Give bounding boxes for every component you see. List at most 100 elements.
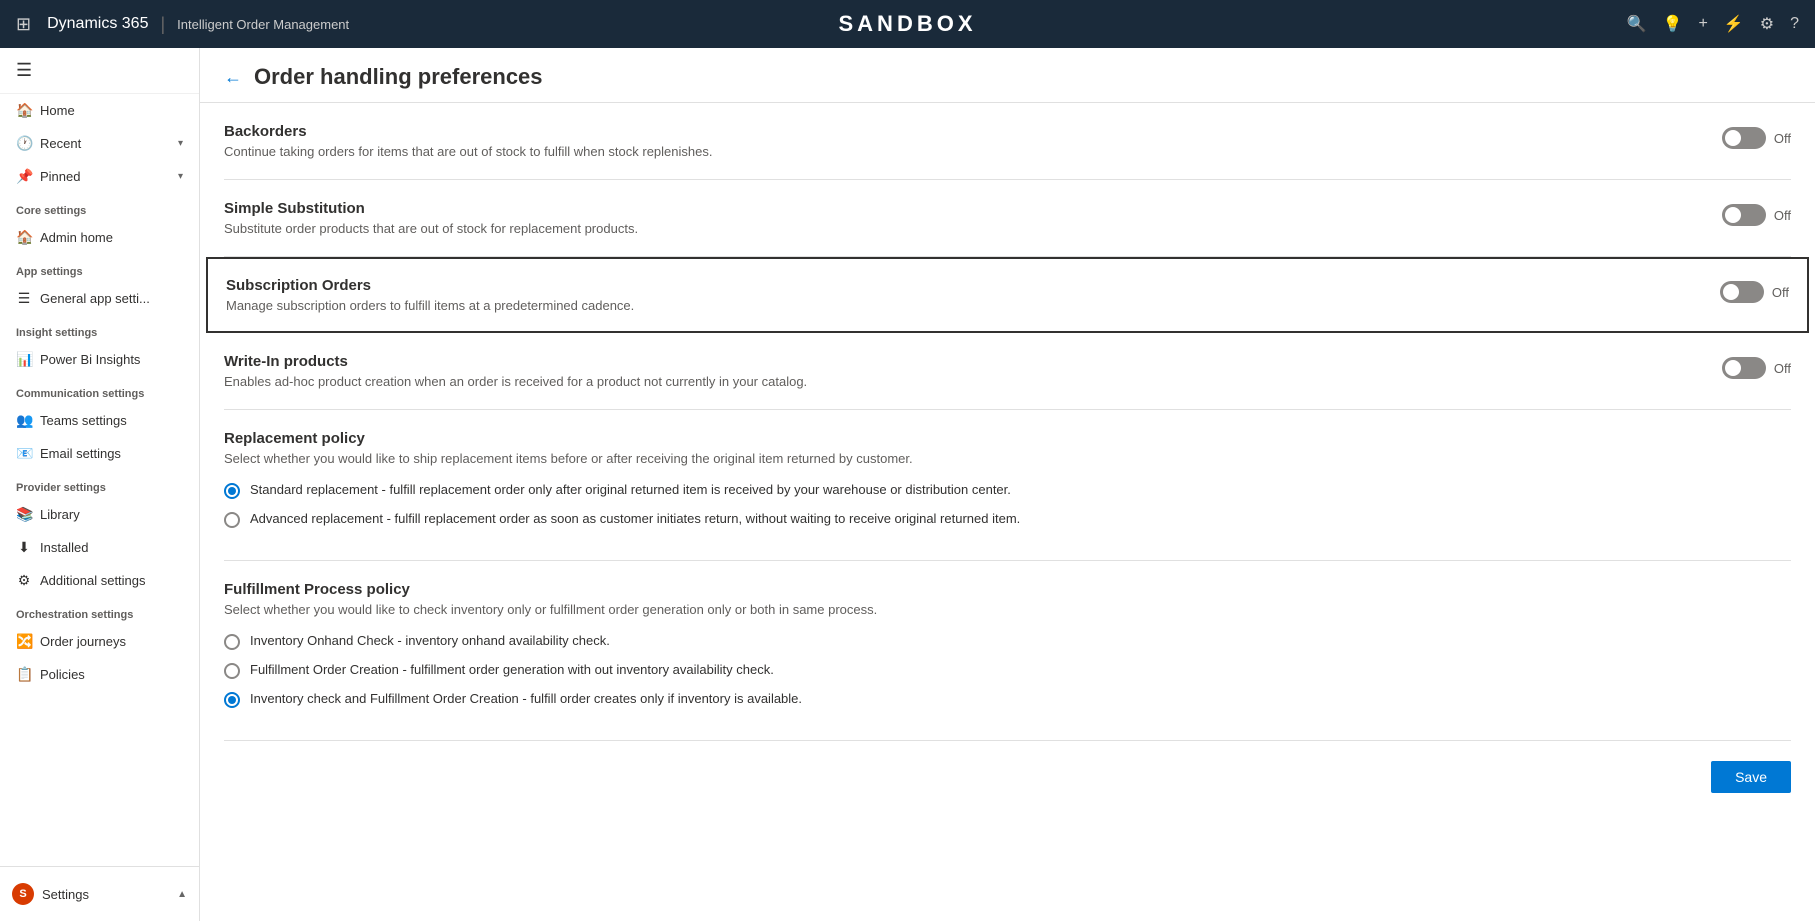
radio-button-standard[interactable]: [224, 483, 240, 499]
toggle-label-substitution: Off: [1774, 208, 1791, 223]
teams-icon: 👥: [16, 412, 32, 429]
admin-home-icon: 🏠: [16, 229, 32, 246]
user-avatar: S: [12, 883, 34, 905]
setting-name-backorders: Backorders: [224, 123, 1682, 140]
page-title: Order handling preferences: [254, 64, 543, 90]
sidebar-item-admin-home-label: Admin home: [40, 230, 113, 245]
replacement-policy-radio-group: Standard replacement - fulfill replaceme…: [224, 482, 1791, 528]
save-bar: Save: [224, 741, 1791, 793]
setting-info-subscription: Subscription Orders Manage subscription …: [226, 277, 1680, 313]
radio-label-fulfillment-order: Fulfillment Order Creation - fulfillment…: [250, 662, 774, 677]
email-icon: 📧: [16, 445, 32, 462]
toggle-track: [1722, 204, 1766, 226]
sidebar-item-installed[interactable]: ⬇ Installed: [0, 531, 199, 564]
brand-name[interactable]: Dynamics 365: [47, 15, 148, 33]
sidebar-item-power-bi-label: Power Bi Insights: [40, 352, 140, 367]
radio-label-advanced: Advanced replacement - fulfill replaceme…: [250, 511, 1020, 526]
module-name: Intelligent Order Management: [177, 17, 349, 32]
setting-desc-subscription: Manage subscription orders to fulfill it…: [226, 298, 1680, 313]
save-button[interactable]: Save: [1711, 761, 1791, 793]
setting-info-backorders: Backorders Continue taking orders for it…: [224, 123, 1682, 159]
page-header: ← Order handling preferences: [200, 48, 1815, 103]
toggle-container-backorders: Off: [1722, 127, 1791, 149]
help-icon[interactable]: ?: [1790, 15, 1799, 33]
toggle-label-write-in: Off: [1774, 361, 1791, 376]
content-area: Backorders Continue taking orders for it…: [200, 103, 1815, 921]
radio-label-inventory-and-fulfillment: Inventory check and Fulfillment Order Cr…: [250, 691, 802, 706]
toggle-write-in[interactable]: [1722, 357, 1766, 379]
toggle-container-substitution: Off: [1722, 204, 1791, 226]
installed-icon: ⬇: [16, 539, 32, 556]
toggle-substitution[interactable]: [1722, 204, 1766, 226]
sidebar-item-pinned[interactable]: 📌 Pinned ▾: [0, 160, 199, 193]
insight-settings-header: Insight settings: [0, 315, 199, 343]
setting-row-write-in: Write-In products Enables ad-hoc product…: [224, 333, 1791, 410]
setting-info-substitution: Simple Substitution Substitute order pro…: [224, 200, 1682, 236]
add-icon[interactable]: +: [1698, 15, 1707, 33]
sidebar-item-power-bi[interactable]: 📊 Power Bi Insights: [0, 343, 199, 376]
notification-icon[interactable]: 💡: [1663, 14, 1683, 34]
radio-option-advanced[interactable]: Advanced replacement - fulfill replaceme…: [224, 511, 1791, 528]
setting-name-write-in: Write-In products: [224, 353, 1682, 370]
brand-divider: |: [160, 14, 165, 35]
sidebar-item-policies[interactable]: 📋 Policies: [0, 658, 199, 691]
replacement-policy-title: Replacement policy: [224, 430, 1791, 447]
setting-row-subscription: Subscription Orders Manage subscription …: [206, 257, 1809, 333]
radio-option-fulfillment-order[interactable]: Fulfillment Order Creation - fulfillment…: [224, 662, 1791, 679]
toggle-thumb: [1725, 130, 1741, 146]
toggle-thumb: [1723, 284, 1739, 300]
toggle-container-write-in: Off: [1722, 357, 1791, 379]
hamburger-icon[interactable]: ☰: [0, 48, 199, 94]
radio-option-standard[interactable]: Standard replacement - fulfill replaceme…: [224, 482, 1791, 499]
sidebar-item-recent-label: Recent: [40, 136, 81, 151]
sidebar-item-email-label: Email settings: [40, 446, 121, 461]
sandbox-title: SANDBOX: [838, 11, 976, 37]
app-settings-header: App settings: [0, 254, 199, 282]
sidebar-item-library[interactable]: 📚 Library: [0, 498, 199, 531]
waffle-icon[interactable]: ⊞: [16, 14, 31, 35]
filter-icon[interactable]: ⚡: [1724, 14, 1744, 34]
search-icon[interactable]: 🔍: [1627, 14, 1647, 34]
setting-row-backorders: Backorders Continue taking orders for it…: [224, 103, 1791, 180]
sidebar-item-home[interactable]: 🏠 Home: [0, 94, 199, 127]
sidebar-settings-item[interactable]: S Settings ▲: [0, 875, 199, 913]
sidebar-item-general-app[interactable]: ☰ General app setti...: [0, 282, 199, 315]
brand-area: Dynamics 365 | Intelligent Order Managem…: [47, 14, 349, 35]
radio-button-inventory-and-fulfillment[interactable]: [224, 692, 240, 708]
radio-button-inventory-onhand[interactable]: [224, 634, 240, 650]
sidebar-item-order-journeys[interactable]: 🔀 Order journeys: [0, 625, 199, 658]
setting-desc-backorders: Continue taking orders for items that ar…: [224, 144, 1682, 159]
toggle-label-subscription: Off: [1772, 285, 1789, 300]
radio-button-advanced[interactable]: [224, 512, 240, 528]
top-navigation: ⊞ Dynamics 365 | Intelligent Order Manag…: [0, 0, 1815, 48]
settings-icon[interactable]: ⚙: [1760, 14, 1774, 34]
sidebar-item-additional[interactable]: ⚙ Additional settings: [0, 564, 199, 597]
sidebar-item-email[interactable]: 📧 Email settings: [0, 437, 199, 470]
recent-icon: 🕐: [16, 135, 32, 152]
setting-name-subscription: Subscription Orders: [226, 277, 1680, 294]
toggle-backorders[interactable]: [1722, 127, 1766, 149]
communication-settings-header: Communication settings: [0, 376, 199, 404]
back-button[interactable]: ←: [224, 67, 242, 88]
fulfillment-policy-desc: Select whether you would like to check i…: [224, 602, 1791, 617]
general-app-icon: ☰: [16, 290, 32, 307]
radio-button-fulfillment-order[interactable]: [224, 663, 240, 679]
sidebar-settings-label: Settings: [42, 887, 89, 902]
toggle-thumb: [1725, 360, 1741, 376]
sidebar-item-admin-home[interactable]: 🏠 Admin home: [0, 221, 199, 254]
sidebar-item-policies-label: Policies: [40, 667, 85, 682]
orchestration-settings-header: Orchestration settings: [0, 597, 199, 625]
toggle-subscription[interactable]: [1720, 281, 1764, 303]
sidebar-item-teams[interactable]: 👥 Teams settings: [0, 404, 199, 437]
sidebar-item-recent[interactable]: 🕐 Recent ▾: [0, 127, 199, 160]
sidebar-item-home-label: Home: [40, 103, 75, 118]
additional-icon: ⚙: [16, 572, 32, 589]
radio-option-inventory-onhand[interactable]: Inventory Onhand Check - inventory onhan…: [224, 633, 1791, 650]
home-icon: 🏠: [16, 102, 32, 119]
radio-label-inventory-onhand: Inventory Onhand Check - inventory onhan…: [250, 633, 610, 648]
replacement-policy-section: Replacement policy Select whether you wo…: [224, 410, 1791, 561]
radio-option-inventory-and-fulfillment[interactable]: Inventory check and Fulfillment Order Cr…: [224, 691, 1791, 708]
toggle-track: [1720, 281, 1764, 303]
toggle-track: [1722, 127, 1766, 149]
policies-icon: 📋: [16, 666, 32, 683]
